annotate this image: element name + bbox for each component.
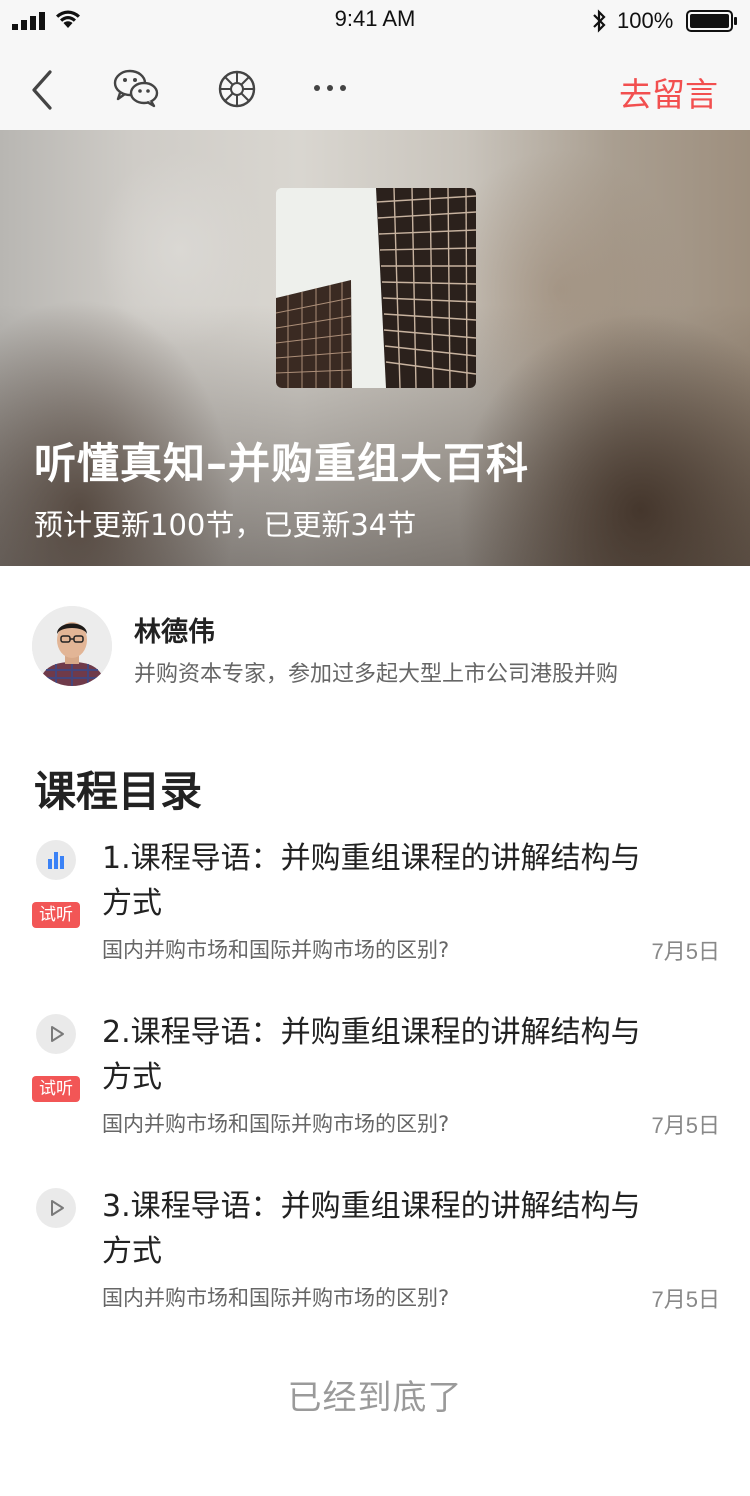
- battery-icon: [686, 10, 737, 32]
- lesson-description: 国内并购市场和国际并购市场的区别?: [102, 1112, 450, 1136]
- trial-badge: 试听: [32, 1076, 80, 1102]
- lesson-date: 7月5日: [651, 939, 720, 964]
- course-cover-image: [276, 188, 476, 388]
- bluetooth-icon: [593, 9, 606, 33]
- navigation-bar: 去留言: [0, 44, 750, 130]
- moments-icon[interactable]: [216, 68, 258, 110]
- author-avatar[interactable]: [32, 606, 112, 686]
- lesson-date: 7月5日: [651, 1113, 720, 1138]
- lesson-title[interactable]: 1.课程导语：并购重组课程的讲解结构与方式: [102, 836, 662, 926]
- back-icon[interactable]: [28, 68, 58, 112]
- status-bar: 9:41 AM 100%: [0, 0, 750, 44]
- course-title: 听懂真知–并购重组大百科: [34, 439, 530, 488]
- play-icon[interactable]: [36, 1014, 76, 1054]
- author-name[interactable]: 林德伟: [134, 610, 215, 649]
- wechat-icon[interactable]: [112, 68, 160, 108]
- lesson-title[interactable]: 3.课程导语：并购重组课程的讲解结构与方式: [102, 1184, 662, 1274]
- playing-bars-icon[interactable]: [36, 840, 76, 880]
- lesson-date: 7月5日: [651, 1287, 720, 1312]
- lesson-item-2[interactable]: 试听 2.课程导语：并购重组课程的讲解结构与方式 国内并购市场和国际并购市场的区…: [0, 1014, 750, 1164]
- lesson-description: 国内并购市场和国际并购市场的区别?: [102, 938, 450, 962]
- more-icon[interactable]: [312, 80, 348, 96]
- trial-badge: 试听: [32, 902, 80, 928]
- lesson-item-1[interactable]: 试听 1.课程导语：并购重组课程的讲解结构与方式 国内并购市场和国际并购市场的区…: [0, 840, 750, 990]
- course-detail-screen: 9:41 AM 100% 去留言 听懂真知–并购重组大百科 预计更新100节，已…: [0, 0, 750, 1496]
- end-of-list-note: 已经到底了: [287, 1378, 463, 1418]
- lesson-description: 国内并购市场和国际并购市场的区别?: [102, 1286, 450, 1310]
- course-hero: 听懂真知–并购重组大百科 预计更新100节，已更新34节: [0, 130, 750, 566]
- leave-comment-button[interactable]: 去留言: [619, 68, 718, 116]
- course-progress: 预计更新100节，已更新34节: [34, 508, 417, 542]
- play-icon[interactable]: [36, 1188, 76, 1228]
- catalog-heading: 课程目录: [34, 767, 203, 816]
- author-description: 并购资本专家，参加过多起大型上市公司港股并购: [134, 662, 619, 687]
- lesson-item-3[interactable]: 3.课程导语：并购重组课程的讲解结构与方式 国内并购市场和国际并购市场的区别? …: [0, 1188, 750, 1338]
- battery-percentage: 100%: [617, 8, 674, 33]
- lesson-title[interactable]: 2.课程导语：并购重组课程的讲解结构与方式: [102, 1010, 662, 1100]
